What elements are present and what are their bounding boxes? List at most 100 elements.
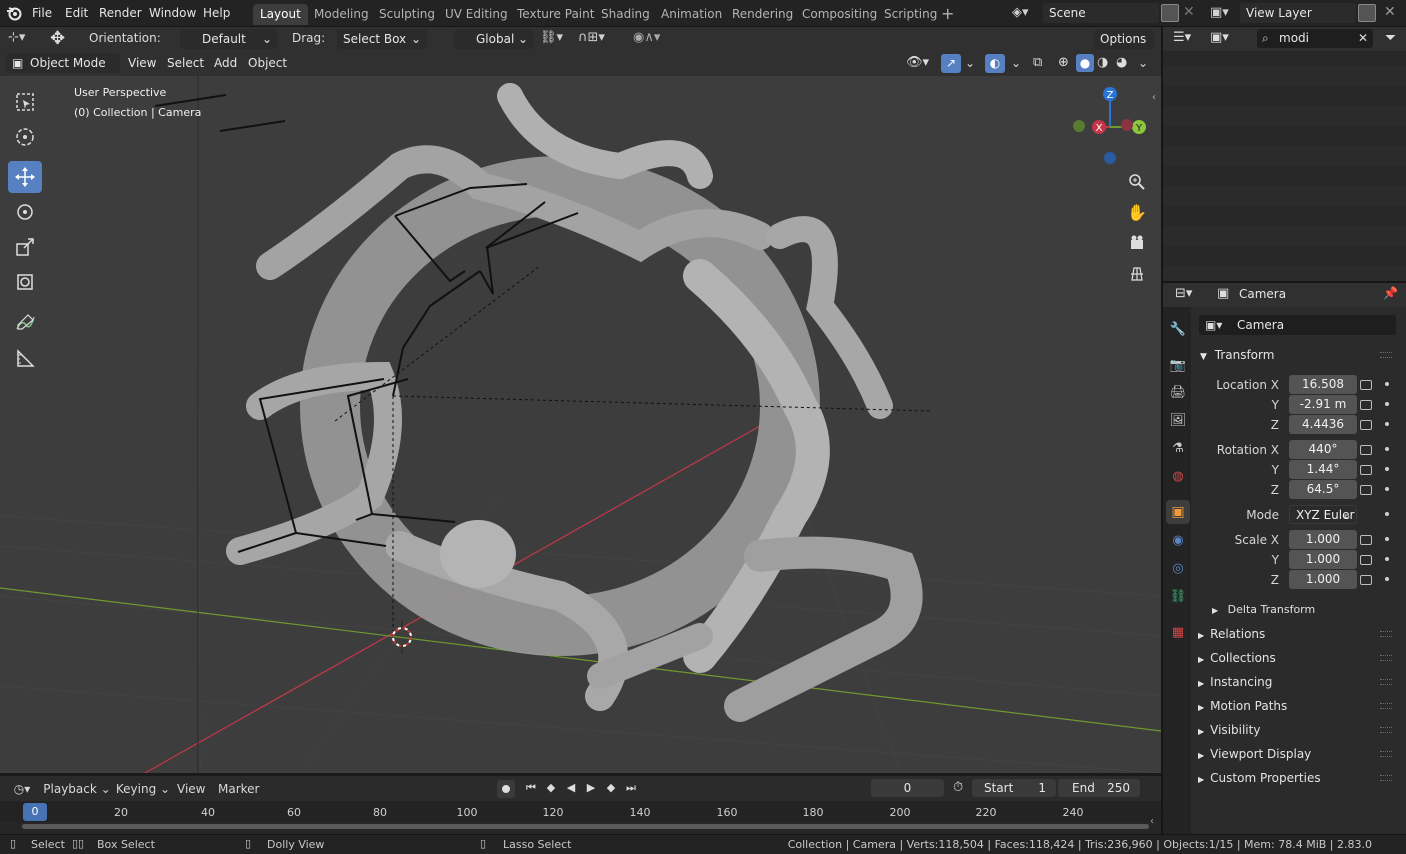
render-tab-icon[interactable]: 📷 [1166,353,1190,377]
keyframe-dot-icon[interactable] [1385,422,1389,426]
measure-tool[interactable] [8,342,42,374]
transform-space-dropdown[interactable]: Global ⌄ [454,29,534,49]
rotation-z-field[interactable]: 64.5° [1289,480,1357,499]
custom-properties-panel-header[interactable]: ▶ Custom Properties [1198,768,1400,788]
viewport-menu-object[interactable]: Object [242,54,293,73]
drag-grip-icon[interactable] [1380,631,1392,637]
new-view-layer-icon[interactable] [1358,4,1376,22]
rotation-y-field[interactable]: 1.44° [1289,460,1357,479]
timeline-playback-menu[interactable]: Playback ⌄ [42,780,112,798]
menu-help[interactable]: Help [197,4,236,23]
location-y-field[interactable]: -2.91 m [1289,395,1357,414]
viewport-menu-add[interactable]: Add [208,54,243,73]
object-name-field[interactable]: ▣▾ Camera [1199,315,1396,335]
wireframe-shading-icon[interactable]: ⊕ [1058,55,1069,70]
lock-icon[interactable] [1360,465,1372,475]
lock-icon[interactable] [1360,485,1372,495]
next-keyframe-icon[interactable]: ◆ [602,781,620,795]
viewport-menu-view[interactable]: View [122,54,162,73]
location-x-field[interactable]: 16.508 [1289,375,1357,394]
orientation-dropdown[interactable]: Default ⌄ [180,29,278,49]
menu-edit[interactable]: Edit [59,4,94,23]
start-frame-field[interactable]: Start 1 [972,779,1056,797]
blender-logo-icon[interactable] [6,5,22,21]
timeline-scrollbar[interactable] [22,824,1149,829]
constraints-tab-icon[interactable]: ⛓ [1166,584,1190,608]
chevron-down-icon[interactable]: ⌄ [1011,56,1021,70]
outliner-editor-type-icon[interactable]: ☰▾ [1173,30,1191,45]
delta-transform-subpanel[interactable]: ▶ Delta Transform [1212,601,1392,619]
transform-panel-header[interactable]: ▼ Transform [1198,345,1400,365]
scale-y-field[interactable]: 1.000 [1289,550,1357,569]
properties-editor-type-icon[interactable]: ⊟▾ [1175,286,1192,301]
move-tool[interactable] [8,161,42,193]
current-frame-field[interactable]: 0 [871,779,944,797]
scene-selector-icon[interactable]: ◈▾ [1012,5,1042,23]
scale-z-field[interactable]: 1.000 [1289,570,1357,589]
camera-view-icon[interactable] [1123,229,1151,257]
view-layer-selector-icon[interactable]: ▣▾ [1210,5,1229,20]
snap-icon[interactable]: ∩⊞▾ [578,30,605,45]
keyframe-dot-icon[interactable] [1385,577,1389,581]
menu-render[interactable]: Render [93,4,148,23]
tab-animation[interactable]: Animation [654,4,729,25]
display-mode-icon[interactable]: ▣▾ [1210,30,1229,45]
move-tool-icon[interactable]: ✥ [50,28,72,50]
rotation-x-field[interactable]: 440° [1289,440,1357,459]
keyframe-dot-icon[interactable] [1385,382,1389,386]
scene-name-field[interactable]: Scene [1043,3,1159,23]
filter-icon[interactable]: ⏷ [1385,30,1396,46]
timeline-keying-menu[interactable]: Keying ⌄ [115,780,171,798]
view-layer-field[interactable]: View Layer [1240,3,1356,23]
tab-modeling[interactable]: Modeling [307,4,376,25]
relations-panel-header[interactable]: ▶ Relations [1198,624,1400,644]
physics-tab-icon[interactable]: ◎ [1166,556,1190,580]
lock-icon[interactable] [1360,575,1372,585]
lock-icon[interactable] [1360,535,1372,545]
timeline-editor-type-icon[interactable]: ◷▾ [8,780,36,798]
location-z-field[interactable]: 4.4436 [1289,415,1357,434]
timeline-marker-menu[interactable]: Marker [218,780,259,798]
drag-grip-icon[interactable] [1380,352,1392,358]
keyframe-dot-icon[interactable] [1385,447,1389,451]
annotate-tool[interactable] [8,306,42,338]
chevron-down-icon[interactable]: ⌄ [1138,56,1148,70]
output-tab-icon[interactable]: 🖨 [1166,380,1190,404]
jump-start-icon[interactable]: ⏮ [522,781,540,795]
tab-layout[interactable]: Layout [253,4,308,25]
tool-tab-icon[interactable]: 🔧 [1166,317,1190,341]
zoom-icon[interactable] [1123,168,1151,196]
jump-end-icon[interactable]: ⏭ [622,781,640,795]
select-box-tool[interactable] [8,86,42,118]
lock-icon[interactable] [1360,555,1372,565]
tab-shading[interactable]: Shading [594,4,657,25]
tab-texture-paint[interactable]: Texture Paint [510,4,601,25]
rendered-shading-icon[interactable]: ◕ [1116,55,1127,70]
viewport-display-panel-header[interactable]: ▶ Viewport Display [1198,744,1400,764]
play-reverse-icon[interactable]: ◀ [562,781,580,795]
proportional-edit-icon[interactable]: ◉∧▾ [633,30,660,45]
outliner-search-input[interactable]: ⌕ modi ✕ [1257,29,1373,48]
xray-toggle-icon[interactable]: ⧉ [1033,55,1042,70]
cursor-tool[interactable] [8,121,42,153]
drag-grip-icon[interactable] [1380,655,1392,661]
close-view-layer-icon[interactable]: ✕ [1384,4,1396,20]
keyframe-dot-icon[interactable] [1385,537,1389,541]
drag-grip-icon[interactable] [1380,679,1392,685]
drag-dropdown[interactable]: Select Box ⌄ [337,29,427,49]
lock-icon[interactable] [1360,420,1372,430]
end-frame-field[interactable]: End 250 [1058,779,1140,797]
options-dropdown[interactable]: Options [1094,29,1154,49]
tab-compositing[interactable]: Compositing [795,4,884,25]
scene-tab-icon[interactable]: ⚗ [1166,436,1190,460]
mode-dropdown[interactable]: ▣ Object Mode [6,53,120,73]
perspective-toggle-icon[interactable] [1123,260,1151,288]
solid-shading-icon[interactable]: ● [1076,54,1094,72]
overlays-toggle-icon[interactable]: ◐ [985,54,1005,73]
scale-x-field[interactable]: 1.000 [1289,530,1357,549]
keyframe-dot-icon[interactable] [1385,487,1389,491]
3d-viewport[interactable]: User Perspective (0) Collection | Camera… [0,76,1161,773]
record-icon[interactable] [497,780,515,798]
gizmo-toggle-icon[interactable]: ↗ [941,54,961,73]
chevron-down-icon[interactable]: ⌄ [965,56,975,70]
